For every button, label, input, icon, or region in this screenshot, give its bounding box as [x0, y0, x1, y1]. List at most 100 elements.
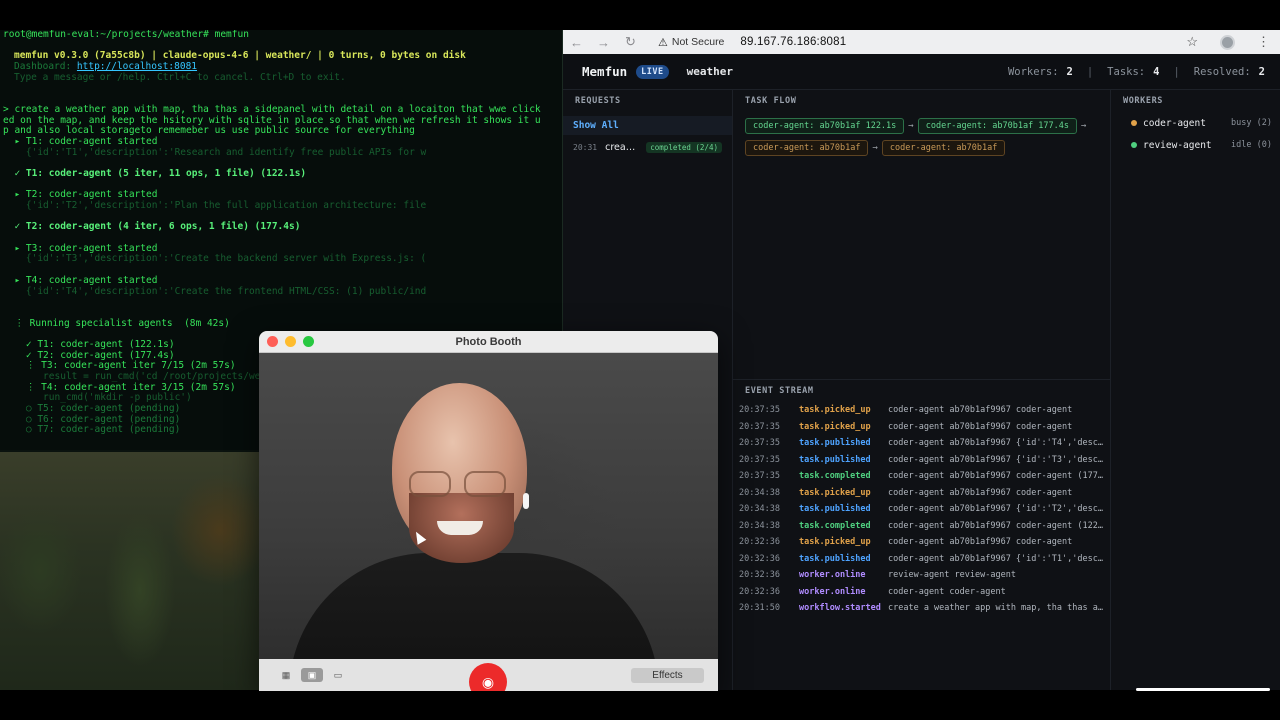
- event-row[interactable]: 20:32:36 worker.online coder-agent coder-a…: [733, 584, 1110, 601]
- task-flow-title: TASK FLOW: [745, 96, 797, 106]
- terminal-line: {'id':'T3','description':'Create the bac…: [3, 253, 427, 265]
- request-item[interactable]: 20:31 create a weather app with map comp…: [563, 136, 732, 158]
- workers-stat: Workers: 2: [1007, 65, 1073, 78]
- forward-arrow-icon[interactable]: →: [590, 35, 617, 50]
- tasks-stat: Tasks: 4: [1107, 65, 1160, 78]
- event-row[interactable]: 20:37:35 task.picked_up coder-agent ab70b1…: [733, 402, 1110, 419]
- photo-mode-icon[interactable]: ▣: [301, 668, 323, 682]
- event-detail: coder-agent ab70b1af9967 coder-agent (12…: [888, 520, 1103, 531]
- event-type: task.picked_up: [799, 537, 871, 548]
- requests-title: REQUESTS: [575, 96, 621, 106]
- earbud: [523, 493, 529, 509]
- stats-bar: Workers: 2 | Tasks: 4 | Resolved: 2: [1007, 65, 1265, 78]
- event-type: task.completed: [799, 471, 871, 482]
- bookmark-star-icon[interactable]: ☆: [1186, 34, 1198, 50]
- event-type: task.published: [799, 438, 871, 449]
- url-text[interactable]: 89.167.76.186:8081: [740, 36, 846, 48]
- photo-booth-window[interactable]: Photo Booth ▦ ▣ ▭ ◉ Effects: [259, 331, 718, 691]
- video-mode-icon[interactable]: ▭: [327, 668, 349, 682]
- event-type: task.picked_up: [799, 487, 871, 498]
- terminal-line: {'id':'T1','description':'Research and i…: [3, 146, 427, 158]
- event-row[interactable]: 20:34:38 task.published coder-agent ab70b1…: [733, 501, 1110, 518]
- event-row[interactable]: 20:37:35 task.published coder-agent ab70b1…: [733, 452, 1110, 469]
- event-detail: coder-agent ab70b1af9967 {'id':'T3','des…: [888, 454, 1103, 465]
- event-type: task.picked_up: [799, 421, 871, 432]
- back-arrow-icon[interactable]: ←: [563, 35, 590, 50]
- event-type: task.completed: [799, 520, 871, 531]
- photo-booth-toolbar: ▦ ▣ ▭ ◉ Effects: [259, 659, 718, 691]
- request-title: create a weather app with map: [605, 141, 638, 153]
- event-row[interactable]: 20:34:38 task.picked_up coder-agent ab70b1…: [733, 485, 1110, 502]
- terminal-line: ▸ T1: coder-agent started: [3, 135, 158, 147]
- worker-status: idle (0): [1231, 140, 1272, 150]
- event-detail: coder-agent ab70b1af9967 coder-agent: [888, 405, 1073, 416]
- person-smile: [437, 521, 483, 535]
- warning-icon: ⚠: [658, 36, 668, 49]
- browser-toolbar: ← → ↻ ⚠ Not Secure 89.167.76.186:8081 ☆ …: [563, 30, 1280, 54]
- event-time: 20:37:35: [739, 471, 780, 482]
- brand-logo: Memfun: [582, 64, 628, 79]
- menu-kebab-icon[interactable]: ⋮: [1257, 34, 1270, 50]
- terminal-line: ✓ T1: coder-agent (5 iter, 11 ops, 1 fil…: [3, 167, 307, 179]
- event-detail: coder-agent ab70b1af9967 {'id':'T4','des…: [888, 438, 1103, 449]
- event-row[interactable]: 20:37:35 task.completed coder-agent ab70b1…: [733, 468, 1110, 485]
- flow-node[interactable]: coder-agent: ab70b1af 177.4s: [917, 118, 1078, 134]
- event-detail: coder-agent ab70b1af9967 coder-agent: [888, 487, 1073, 498]
- resolved-stat: Resolved: 2: [1193, 65, 1265, 78]
- flow-arrow-icon: →: [872, 143, 878, 153]
- flow-arrow-icon: →: [1081, 121, 1087, 131]
- event-row[interactable]: 20:32:36 task.published coder-agent ab70b1…: [733, 551, 1110, 568]
- reload-icon[interactable]: ↻: [617, 34, 644, 50]
- event-type: task.published: [799, 504, 871, 515]
- terminal-prompt: root@memfun-eval:~/projects/weather# mem…: [3, 30, 249, 40]
- app-header: Memfun LIVE weather Workers: 2 | Tasks: 4 …: [563, 54, 1280, 90]
- event-time: 20:34:38: [739, 520, 780, 531]
- worker-name: review-agent: [1143, 139, 1212, 151]
- event-row[interactable]: 20:34:38 task.completed coder-agent ab70b1…: [733, 518, 1110, 535]
- event-time: 20:34:38: [739, 487, 780, 498]
- photo-booth-titlebar[interactable]: Photo Booth: [259, 331, 718, 353]
- event-type: worker.online: [799, 570, 866, 581]
- show-all-button[interactable]: Show All: [563, 116, 732, 135]
- profile-avatar[interactable]: [1220, 34, 1235, 50]
- event-detail: coder-agent ab70b1af9967 coder-agent: [888, 537, 1073, 548]
- event-time: 20:37:35: [739, 454, 780, 465]
- terminal-line: ✓ T2: coder-agent (4 iter, 6 ops, 1 file…: [3, 221, 301, 233]
- grid-view-icon[interactable]: ▦: [275, 668, 297, 682]
- camera-shutter-button[interactable]: ◉: [469, 663, 507, 691]
- terminal-hint: Type a message or /help. Ctrl+C to cance…: [14, 71, 346, 83]
- event-detail: coder-agent ab70b1af9967 {'id':'T2','des…: [888, 504, 1103, 515]
- glasses-right: [464, 471, 506, 497]
- event-row[interactable]: 20:37:35 task.picked_up coder-agent ab70b1…: [733, 419, 1110, 436]
- flow-node[interactable]: coder-agent: ab70b1af: [745, 140, 869, 156]
- flow-node[interactable]: coder-agent: ab70b1af 122.1s: [745, 118, 905, 134]
- terminal-line: ⋮ Running specialist agents (8m 42s): [3, 317, 230, 329]
- flow-node[interactable]: coder-agent: ab70b1af: [881, 140, 1006, 156]
- event-detail: create a weather app with map, tha thas …: [888, 603, 1103, 614]
- event-row[interactable]: 20:37:35 task.published coder-agent ab70b1…: [733, 435, 1110, 452]
- request-time: 20:31: [573, 142, 598, 152]
- event-type: task.published: [799, 454, 871, 465]
- event-row[interactable]: 20:32:36 worker.online review-agent review…: [733, 567, 1110, 584]
- worker-item[interactable]: coder-agent busy (2): [1111, 112, 1280, 134]
- glasses-left: [409, 471, 451, 497]
- user-message-line: > create a weather app with map, tha tha…: [3, 103, 541, 115]
- event-row[interactable]: 20:31:50 workflow.started create a weather…: [733, 600, 1110, 617]
- event-list: 20:37:35 task.picked_up coder-agent ab70b1…: [733, 402, 1110, 617]
- event-time: 20:37:35: [739, 438, 780, 449]
- event-type: workflow.started: [799, 603, 881, 614]
- event-row[interactable]: 20:32:36 task.picked_up coder-agent ab70b1…: [733, 534, 1110, 551]
- effects-button[interactable]: Effects: [631, 668, 704, 683]
- dashboard-link[interactable]: http://localhost:8081: [77, 61, 197, 72]
- terminal-line: {'id':'T2','description':'Plan the full …: [3, 200, 427, 211]
- worker-item[interactable]: review-agent idle (0): [1111, 134, 1280, 156]
- event-stream-panel: EVENT STREAM 20:37:35 task.picked_up coder…: [733, 380, 1110, 690]
- address-bar[interactable]: ⚠ Not Secure 89.167.76.186:8081: [658, 36, 846, 49]
- flow-arrow-icon: →: [908, 121, 914, 131]
- event-stream-title: EVENT STREAM: [745, 386, 814, 396]
- event-time: 20:32:36: [739, 586, 780, 597]
- event-detail: coder-agent coder-agent: [888, 586, 1006, 597]
- event-time: 20:37:35: [739, 405, 780, 416]
- photo-booth-title: Photo Booth: [455, 335, 522, 348]
